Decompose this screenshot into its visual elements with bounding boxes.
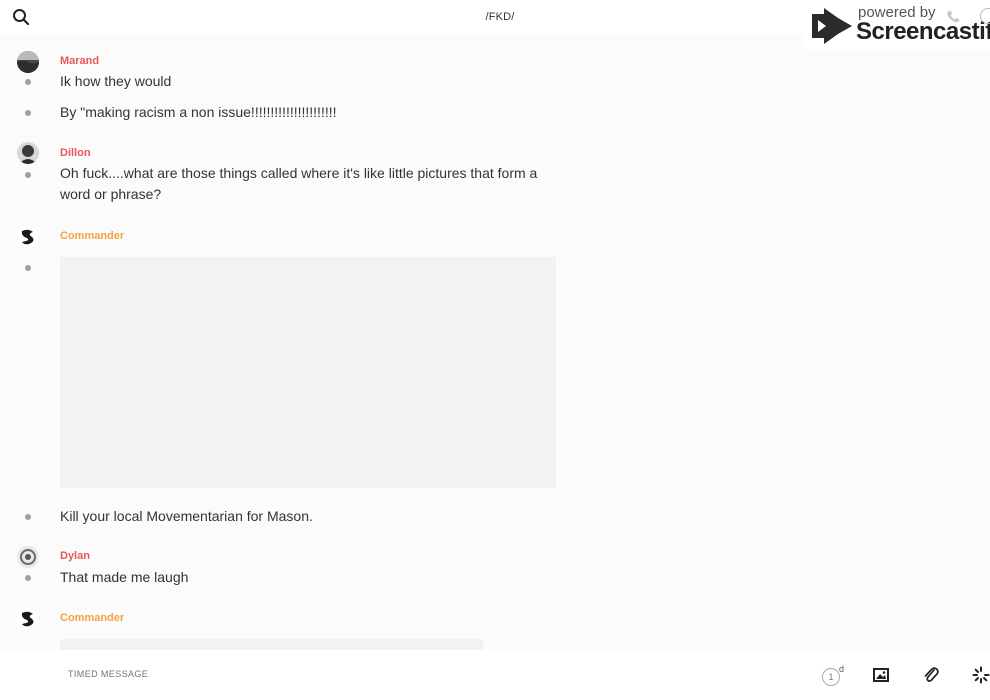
- composer-bar: 1 d: [0, 650, 990, 700]
- timer-unit: d: [839, 664, 845, 674]
- author-name[interactable]: Commander: [60, 612, 124, 624]
- image-icon[interactable]: [872, 666, 890, 684]
- message-dot: [25, 575, 31, 581]
- phone-icon: [946, 10, 960, 29]
- timed-message-input[interactable]: [66, 668, 670, 680]
- message-text: Kill your local Movementarian for Mason.: [60, 508, 313, 524]
- author-name[interactable]: Commander: [60, 230, 124, 242]
- image-attachment[interactable]: [60, 639, 483, 650]
- loading-icon[interactable]: [972, 666, 990, 684]
- author-name[interactable]: Dillon: [60, 147, 91, 159]
- author-name[interactable]: Dylan: [60, 550, 90, 562]
- image-attachment[interactable]: [60, 257, 556, 488]
- screencastify-watermark: powered by Screencastify: [804, 0, 990, 50]
- message-dot: [25, 514, 31, 520]
- avatar-marand[interactable]: [17, 51, 39, 73]
- screencastify-logo-icon: [810, 8, 854, 49]
- avatar-commander[interactable]: [17, 226, 39, 248]
- message-text: That made me laugh: [60, 569, 189, 585]
- info-icon: [980, 8, 990, 24]
- message-feed[interactable]: Marand Ik how they would By "making raci…: [0, 34, 990, 650]
- message-dot: [25, 172, 31, 178]
- timer-value: 1: [822, 668, 840, 686]
- paperclip-icon[interactable]: [922, 666, 940, 684]
- message-text: Oh fuck....what are those things called …: [60, 165, 538, 202]
- timer-icon[interactable]: 1 d: [822, 664, 846, 688]
- author-name[interactable]: Marand: [60, 55, 99, 67]
- avatar-dillon[interactable]: [17, 142, 39, 164]
- message-dot: [25, 110, 31, 116]
- message-dot: [25, 265, 31, 271]
- avatar-commander[interactable]: [17, 608, 39, 630]
- brand-name: Screencastify: [856, 18, 990, 45]
- message-text: Ik how they would: [60, 73, 172, 89]
- message-dot: [25, 79, 31, 85]
- avatar-dylan[interactable]: [17, 546, 39, 568]
- message-text: By "making racism a non issue!!!!!!!!!!!…: [60, 104, 337, 120]
